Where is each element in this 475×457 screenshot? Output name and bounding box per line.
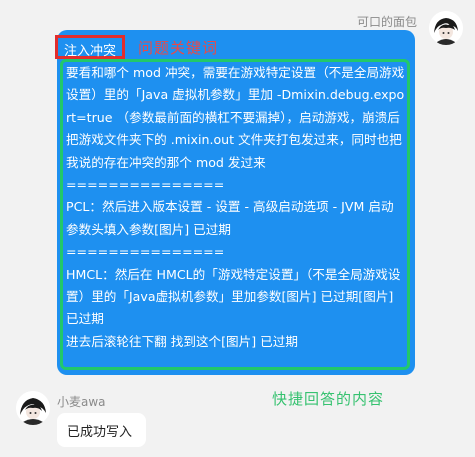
- sender-name-bottom: 小麦awa: [57, 395, 106, 409]
- keyword-label: 注入冲突: [64, 44, 117, 59]
- sender-name-top: 可口的面包: [356, 15, 417, 29]
- message-bubble[interactable]: 已成功写入: [57, 413, 146, 447]
- chat-window: 可口的面包 注入冲突 问题关键词 要看和哪个 mod 冲突，需要在游戏特定设置（…: [0, 0, 475, 457]
- keyword-annotation: 问题关键词: [138, 39, 219, 57]
- user-avatar-icon[interactable]: [429, 11, 463, 45]
- reply-content-annotation: 快捷回答的内容: [272, 390, 385, 408]
- user-avatar-icon[interactable]: [16, 391, 50, 425]
- quick-reply-content: 要看和哪个 mod 冲突，需要在游戏特定设置（不是全局游戏设置）里的「Java …: [66, 65, 405, 349]
